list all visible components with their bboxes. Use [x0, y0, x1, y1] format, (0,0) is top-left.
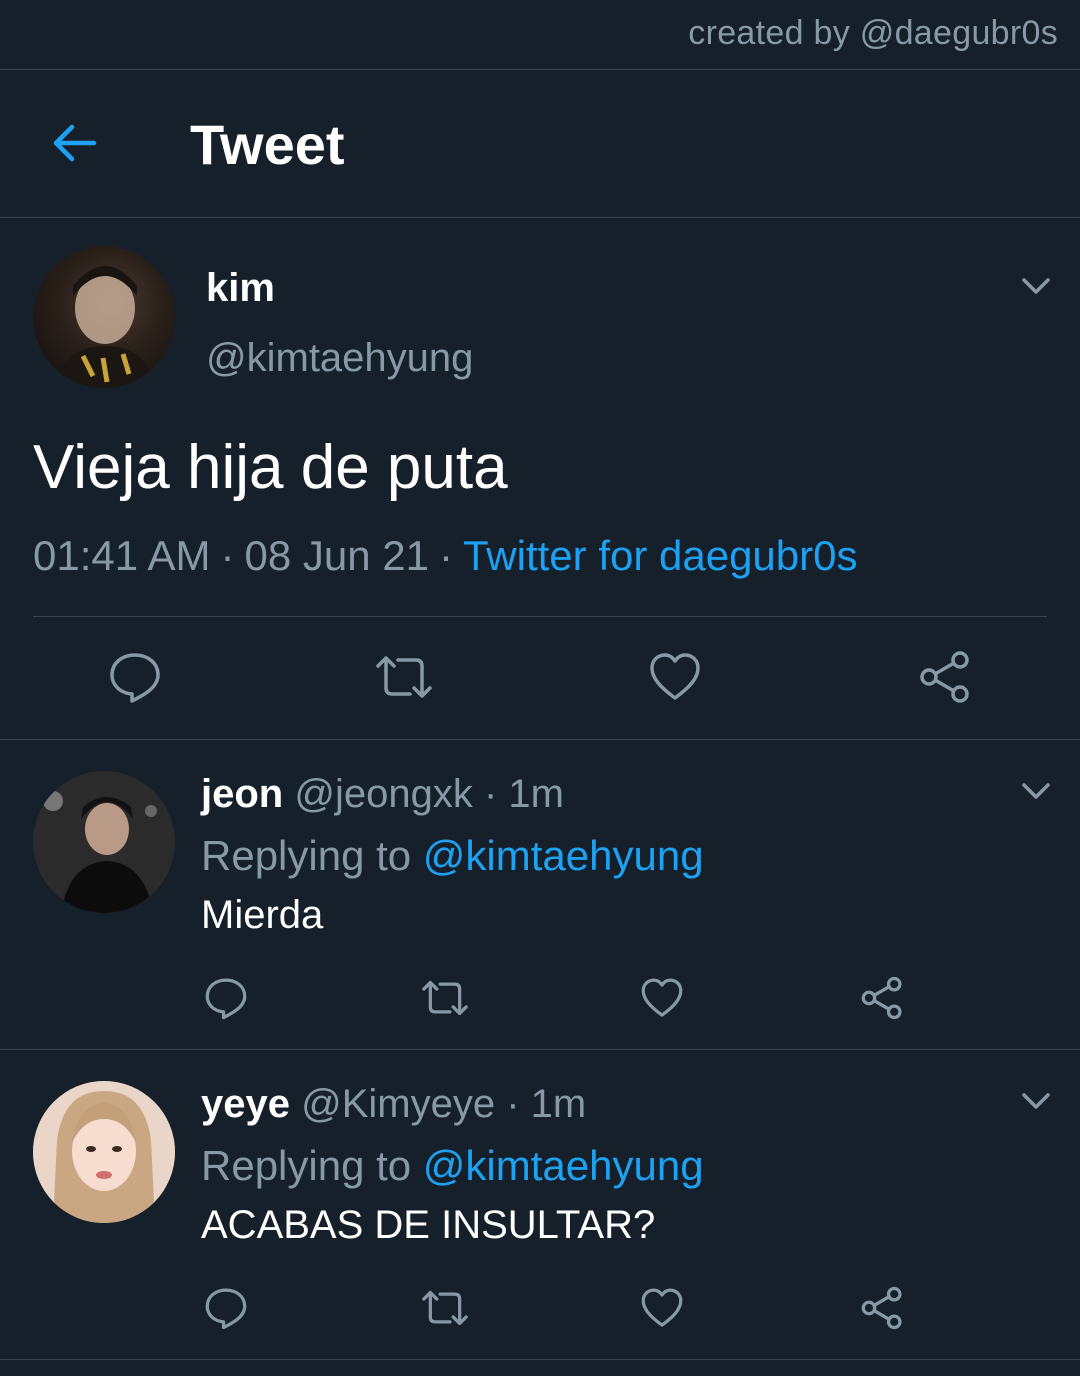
heart-icon[interactable] — [640, 976, 684, 1020]
replying-handle-link[interactable]: @kimtaehyung — [423, 832, 704, 879]
replying-handle-link[interactable]: @kimtaehyung — [423, 1142, 704, 1189]
avatar-yeye[interactable] — [33, 1081, 175, 1223]
meta-separator: · — [438, 532, 453, 579]
tweet-divider — [0, 739, 1080, 740]
share-icon[interactable] — [860, 1286, 904, 1330]
tweet-meta: 01:41 AM · 08 Jun 21 · Twitter for daegubr0s — [33, 532, 858, 580]
reply-icon[interactable] — [204, 1286, 248, 1330]
author-handle[interactable]: @kimtaehyung — [206, 336, 473, 381]
meta-divider — [33, 616, 1047, 617]
author-name[interactable]: kim — [206, 266, 275, 311]
heart-icon[interactable] — [648, 650, 702, 704]
meta-separator: · — [483, 772, 498, 816]
reply-text: ACABAS DE INSULTAR? — [201, 1203, 656, 1247]
avatar-jeon[interactable] — [33, 771, 175, 913]
share-icon[interactable] — [918, 650, 972, 704]
reply-header: yeye @Kimyeye · 1m — [201, 1082, 586, 1127]
tweet-client-link[interactable]: Twitter for daegubr0s — [463, 532, 858, 579]
replying-to: Replying to @kimtaehyung — [201, 1142, 704, 1190]
reply-text: Mierda — [201, 893, 324, 937]
page-title: Tweet — [190, 113, 345, 176]
avatar-image — [33, 771, 175, 913]
reply-icon[interactable] — [204, 976, 248, 1020]
meta-separator: · — [506, 1082, 520, 1126]
header-divider — [0, 217, 1080, 218]
share-icon[interactable] — [860, 976, 904, 1020]
chevron-down-icon[interactable] — [1018, 268, 1054, 304]
chevron-down-icon[interactable] — [1018, 1083, 1054, 1119]
avatar-image — [33, 1081, 175, 1223]
heart-icon[interactable] — [640, 1286, 684, 1330]
reply-icon[interactable] — [108, 650, 162, 704]
tweet-time: 01:41 AM — [33, 532, 211, 579]
reply-divider — [0, 1049, 1080, 1050]
meta-separator: · — [220, 532, 235, 579]
tweet-date: 08 Jun 21 — [244, 532, 429, 579]
avatar-kim[interactable] — [33, 246, 175, 388]
reply-author-name[interactable]: jeon — [201, 772, 283, 816]
retweet-icon[interactable] — [420, 976, 470, 1020]
top-divider — [0, 69, 1080, 70]
replying-to: Replying to @kimtaehyung — [201, 832, 704, 880]
replying-label: Replying to — [201, 1142, 412, 1189]
reply-time: 1m — [508, 772, 564, 816]
back-arrow-icon[interactable] — [48, 117, 100, 169]
chevron-down-icon[interactable] — [1018, 773, 1054, 809]
reply-author-name[interactable]: yeye — [201, 1082, 290, 1126]
reply-author-handle[interactable]: @jeongxk — [294, 772, 472, 816]
retweet-icon[interactable] — [420, 1286, 470, 1330]
reply-header: jeon @jeongxk · 1m — [201, 772, 564, 817]
reply-author-handle[interactable]: @Kimyeye — [301, 1082, 495, 1126]
credit-text: created by @daegubr0s — [688, 14, 1058, 52]
tweet-detail-screen: created by @daegubr0s Tweet kim @kimtaeh… — [0, 0, 1080, 1376]
replying-label: Replying to — [201, 832, 412, 879]
retweet-icon[interactable] — [374, 650, 434, 704]
reply-time: 1m — [530, 1082, 587, 1126]
avatar-image — [53, 266, 157, 388]
reply-divider — [0, 1359, 1080, 1360]
tweet-text: Vieja hija de puta — [33, 433, 508, 502]
